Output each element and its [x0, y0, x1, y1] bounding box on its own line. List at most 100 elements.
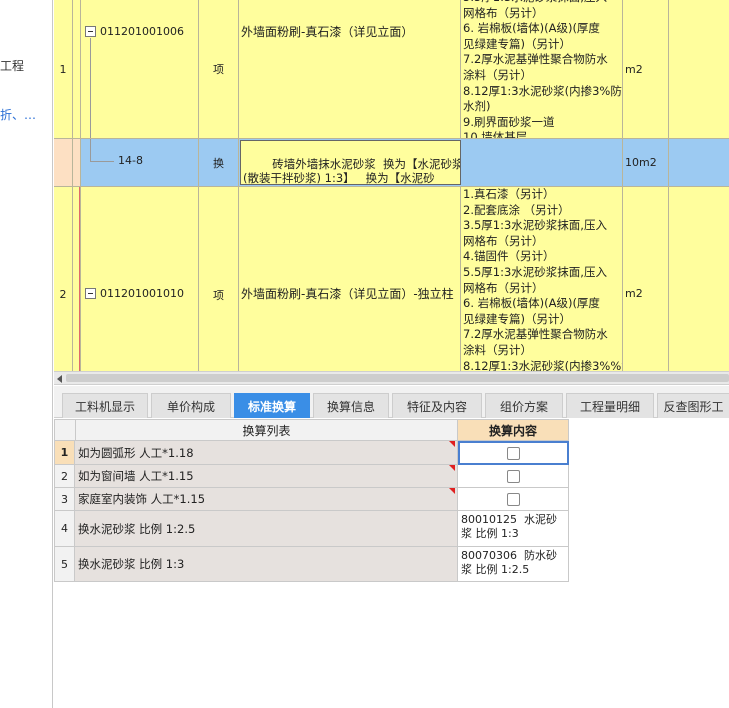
tab-label: 反查图形工: [663, 399, 724, 414]
tab-label: 换算信息: [326, 399, 375, 414]
code-cell[interactable]: 011201001006: [81, 0, 199, 138]
table-row-selected[interactable]: 14-8 换 10m2 砖墙外墙抹水泥砂浆 换为【水泥砂浆 (散装干拌砂浆) 1…: [54, 139, 729, 187]
tab-reverse-lookup-graphics[interactable]: 反查图形工: [657, 393, 729, 418]
conversion-name: 换水泥砂浆 比例 1:3: [75, 547, 458, 582]
item-code: 011201001006: [100, 25, 184, 38]
conversion-name-text: 如为窗间墙 人工*1.15: [78, 469, 194, 483]
conversion-checkbox[interactable]: [506, 469, 520, 483]
table-row[interactable]: 2 011201001010 项 外墙面粉刷-真石漆（详见立面）-独立柱 1.真…: [54, 187, 729, 371]
conversion-panel: 换算列表 换算内容 1 如为圆弧形 人工*1.18 2 如为窗间墙 人工*1.1…: [54, 418, 729, 708]
item-name: 砖墙外墙抹水泥砂浆 换为【水泥砂浆 (散装干拌砂浆) 1:3】 换为【水泥砂 浆…: [243, 156, 461, 185]
conversion-content-text: 80070306 防水砂 浆 比例 1:2.5: [461, 549, 557, 576]
conversion-content-cell[interactable]: [458, 441, 569, 465]
tab-label: 组价方案: [499, 399, 548, 414]
row-number: 2: [54, 465, 75, 488]
conversion-row[interactable]: 5 换水泥砂浆 比例 1:3 80070306 防水砂 浆 比例 1:2.5: [54, 547, 569, 582]
conversion-content-text: 80010125 水泥砂 浆 比例 1:3: [461, 513, 557, 540]
left-panel: 工程 折、…: [0, 0, 53, 708]
tab-quantity-detail[interactable]: 工程量明细: [566, 393, 654, 418]
code-cell[interactable]: 011201001010: [81, 187, 199, 371]
row-gap: [73, 0, 81, 138]
collapse-toggle-icon[interactable]: [85, 288, 96, 299]
conversion-name: 家庭室内装饰 人工*1.15: [75, 488, 458, 511]
row-number-text: 2: [61, 469, 68, 483]
item-features: 1.真石漆（另计） 2.配套底涂 （另计） 3.5厚1:3水泥砂浆抹面,压入 网…: [463, 187, 623, 371]
tab-features-content[interactable]: 特征及内容: [392, 393, 482, 418]
row-number-text: 2: [59, 288, 67, 301]
tab-unit-price-composition[interactable]: 单价构成: [151, 393, 231, 418]
item-features: 5.5厚1:3水泥砂浆抹面,压入 网格布（另计） 6. 岩棉板(墙体)(A级)(…: [463, 0, 622, 138]
row-number: 1: [54, 0, 73, 138]
row-gap: [73, 139, 81, 186]
type-cell[interactable]: 项: [199, 187, 239, 371]
table-row[interactable]: 1 011201001006 项 外墙面粉刷-真石漆（详见立面） 5.5厚1:3…: [54, 0, 729, 139]
horizontal-scrollbar[interactable]: [54, 371, 729, 385]
conversion-name: 如为圆弧形 人工*1.18: [75, 441, 458, 465]
collapse-toggle-icon[interactable]: [85, 26, 96, 37]
item-type: 换: [213, 156, 224, 170]
extra-cell[interactable]: [669, 139, 729, 186]
comment-flag-icon: [449, 441, 455, 447]
row-number: 2: [54, 187, 73, 371]
item-name: 外墙面粉刷-真石漆（详见立面）: [241, 25, 414, 39]
conversion-content-cell[interactable]: [458, 465, 569, 488]
unit-cell[interactable]: m2: [623, 187, 669, 371]
item-unit: 10m2: [625, 156, 657, 169]
tab-label: 工程量明细: [579, 399, 640, 414]
row-number-text: 4: [61, 522, 68, 535]
tab-labor-material-machine[interactable]: 工料机显示: [62, 393, 148, 418]
row-number-text: 1: [59, 62, 67, 76]
item-type: 项: [213, 63, 224, 76]
row-number-text: 5: [61, 557, 68, 571]
scrollbar-thumb[interactable]: [66, 374, 729, 382]
detail-tab-bar: 工料机显示 单价构成 标准换算 换算信息 特征及内容 组价方案 工程量明细 反查…: [54, 386, 729, 418]
conversion-row[interactable]: 4 换水泥砂浆 比例 1:2.5 80010125 水泥砂 浆 比例 1:3: [54, 511, 569, 547]
extra-cell[interactable]: [669, 0, 729, 138]
conversion-row[interactable]: 1 如为圆弧形 人工*1.18: [54, 441, 569, 465]
conversion-content-cell[interactable]: 80070306 防水砂 浆 比例 1:2.5: [458, 547, 569, 582]
tab-label: 单价构成: [166, 399, 215, 414]
scroll-left-arrow-icon[interactable]: [57, 375, 62, 383]
type-cell[interactable]: 项: [199, 0, 239, 138]
name-cell[interactable]: 外墙面粉刷-真石漆（详见立面）-独立柱: [239, 187, 461, 371]
row-number: 4: [54, 511, 75, 547]
header-text: 换算内容: [488, 423, 537, 438]
column-header-content[interactable]: 换算内容: [458, 419, 569, 441]
tab-pricing-scheme[interactable]: 组价方案: [485, 393, 563, 418]
column-header-list[interactable]: 换算列表: [75, 419, 458, 441]
tab-label: 特征及内容: [406, 399, 467, 414]
code-cell[interactable]: 14-8: [81, 139, 199, 186]
type-cell[interactable]: 换: [199, 139, 239, 186]
name-cell[interactable]: 外墙面粉刷-真石漆（详见立面）: [239, 0, 461, 138]
left-panel-label: 工程: [0, 59, 25, 73]
features-cell[interactable]: 1.真石漆（另计） 2.配套底涂 （另计） 3.5厚1:3水泥砂浆抹面,压入 网…: [461, 187, 623, 371]
corner-header: [54, 419, 75, 441]
unit-cell[interactable]: m2: [623, 0, 669, 138]
item-unit: m2: [625, 62, 643, 76]
conversion-checkbox[interactable]: [507, 446, 520, 460]
features-cell[interactable]: 5.5厚1:3水泥砂浆抹面,压入 网格布（另计） 6. 岩棉板(墙体)(A级)(…: [461, 0, 623, 138]
row-number: 3: [54, 488, 75, 511]
conversion-name-text: 如为圆弧形 人工*1.18: [78, 445, 194, 460]
row-number: [54, 139, 73, 186]
conversion-row[interactable]: 2 如为窗间墙 人工*1.15: [54, 465, 569, 488]
tab-conversion-info[interactable]: 换算信息: [313, 393, 389, 418]
features-cell[interactable]: [461, 139, 623, 186]
unit-cell[interactable]: 10m2: [623, 139, 669, 186]
conversion-content-cell[interactable]: [458, 488, 569, 511]
conversion-name: 如为窗间墙 人工*1.15: [75, 465, 458, 488]
conversion-checkbox[interactable]: [506, 492, 520, 506]
item-name-editor[interactable]: 砖墙外墙抹水泥砂浆 换为【水泥砂浆 (散装干拌砂浆) 1:3】 换为【水泥砂 浆…: [240, 140, 461, 185]
row-number-text: 3: [61, 492, 68, 506]
conversion-content-cell[interactable]: 80010125 水泥砂 浆 比例 1:3: [458, 511, 569, 547]
tab-label: 标准换算: [247, 399, 296, 414]
item-code: 011201001010: [100, 287, 184, 300]
tab-standard-conversion[interactable]: 标准换算: [234, 393, 310, 418]
extra-cell[interactable]: [669, 187, 729, 371]
left-panel-link[interactable]: 折、…: [0, 106, 40, 123]
conversion-row[interactable]: 3 家庭室内装饰 人工*1.15: [54, 488, 569, 511]
tab-label: 工料机显示: [74, 399, 135, 414]
item-code: 14-8: [118, 154, 143, 167]
conversion-name-text: 家庭室内装饰 人工*1.15: [78, 492, 206, 506]
item-unit: m2: [625, 287, 643, 300]
